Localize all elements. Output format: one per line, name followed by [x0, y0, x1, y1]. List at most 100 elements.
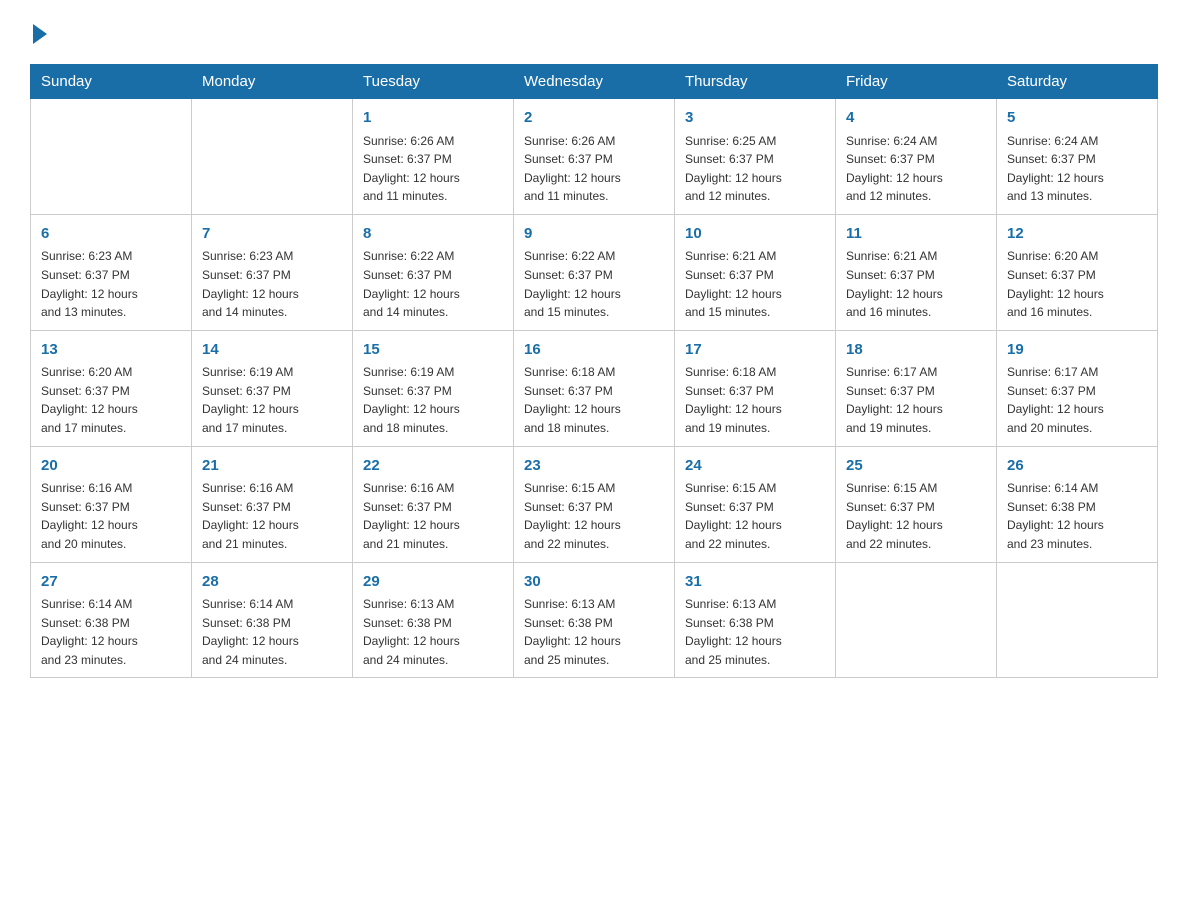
- calendar-cell: 10Sunrise: 6:21 AMSunset: 6:37 PMDayligh…: [675, 214, 836, 330]
- calendar-cell: 14Sunrise: 6:19 AMSunset: 6:37 PMDayligh…: [192, 330, 353, 446]
- calendar-week-row: 1Sunrise: 6:26 AMSunset: 6:37 PMDaylight…: [31, 99, 1158, 215]
- calendar-cell: 3Sunrise: 6:25 AMSunset: 6:37 PMDaylight…: [675, 99, 836, 215]
- day-info: Sunrise: 6:24 AMSunset: 6:37 PMDaylight:…: [846, 132, 986, 206]
- calendar-cell: 2Sunrise: 6:26 AMSunset: 6:37 PMDaylight…: [514, 99, 675, 215]
- logo-top: [30, 20, 47, 44]
- day-number: 16: [524, 339, 664, 362]
- day-info: Sunrise: 6:24 AMSunset: 6:37 PMDaylight:…: [1007, 132, 1147, 206]
- day-number: 26: [1007, 455, 1147, 478]
- calendar-cell: [836, 562, 997, 678]
- day-number: 21: [202, 455, 342, 478]
- calendar-cell: 20Sunrise: 6:16 AMSunset: 6:37 PMDayligh…: [31, 446, 192, 562]
- calendar-cell: 6Sunrise: 6:23 AMSunset: 6:37 PMDaylight…: [31, 214, 192, 330]
- day-number: 29: [363, 571, 503, 594]
- calendar-week-row: 27Sunrise: 6:14 AMSunset: 6:38 PMDayligh…: [31, 562, 1158, 678]
- day-number: 13: [41, 339, 181, 362]
- day-number: 10: [685, 223, 825, 246]
- calendar-cell: 28Sunrise: 6:14 AMSunset: 6:38 PMDayligh…: [192, 562, 353, 678]
- logo-arrow-icon: [33, 24, 47, 44]
- day-number: 6: [41, 223, 181, 246]
- calendar-cell: [192, 99, 353, 215]
- calendar-cell: 30Sunrise: 6:13 AMSunset: 6:38 PMDayligh…: [514, 562, 675, 678]
- day-number: 25: [846, 455, 986, 478]
- calendar-cell: [997, 562, 1158, 678]
- header-wednesday: Wednesday: [514, 65, 675, 99]
- day-number: 1: [363, 107, 503, 130]
- day-number: 9: [524, 223, 664, 246]
- header-saturday: Saturday: [997, 65, 1158, 99]
- day-info: Sunrise: 6:15 AMSunset: 6:37 PMDaylight:…: [685, 479, 825, 553]
- day-number: 5: [1007, 107, 1147, 130]
- day-number: 8: [363, 223, 503, 246]
- day-info: Sunrise: 6:26 AMSunset: 6:37 PMDaylight:…: [363, 132, 503, 206]
- calendar-week-row: 6 Sunrise: 6:23 AMSunset: 6:37 PMDaylight…: [31, 214, 1158, 330]
- day-info: Sunrise: 6:13 AMSunset: 6:38 PMDaylight:…: [685, 595, 825, 669]
- header-tuesday: Tuesday: [353, 65, 514, 99]
- day-info: Sunrise: 6:21 AMSunset: 6:37 PMDaylight:…: [846, 247, 986, 321]
- day-number: 14: [202, 339, 342, 362]
- day-info: Sunrise: 6:13 AMSunset: 6:38 PMDaylight:…: [524, 595, 664, 669]
- calendar-cell: 13Sunrise: 6:20 AMSunset: 6:37 PMDayligh…: [31, 330, 192, 446]
- calendar-cell: 11Sunrise: 6:21 AMSunset: 6:37 PMDayligh…: [836, 214, 997, 330]
- calendar-cell: 23Sunrise: 6:15 AMSunset: 6:37 PMDayligh…: [514, 446, 675, 562]
- calendar-cell: 5Sunrise: 6:24 AMSunset: 6:37 PMDaylight…: [997, 99, 1158, 215]
- day-number: 30: [524, 571, 664, 594]
- day-number: 24: [685, 455, 825, 478]
- day-info: Sunrise: 6:22 AMSunset: 6:37 PMDaylight:…: [524, 247, 664, 321]
- calendar-cell: 18Sunrise: 6:17 AMSunset: 6:37 PMDayligh…: [836, 330, 997, 446]
- calendar-table: SundayMondayTuesdayWednesdayThursdayFrid…: [30, 64, 1158, 678]
- day-info: Sunrise: 6:20 AMSunset: 6:37 PMDaylight:…: [1007, 247, 1147, 321]
- day-number: 3: [685, 107, 825, 130]
- day-info: Sunrise: 6:21 AMSunset: 6:37 PMDaylight:…: [685, 247, 825, 321]
- day-number: 18: [846, 339, 986, 362]
- day-info: Sunrise: 6:22 AMSunset: 6:37 PMDaylight:…: [363, 247, 503, 321]
- day-number: 7: [202, 223, 342, 246]
- calendar-week-row: 13Sunrise: 6:20 AMSunset: 6:37 PMDayligh…: [31, 330, 1158, 446]
- day-number: 2: [524, 107, 664, 130]
- logo: [30, 20, 47, 44]
- day-number: 27: [41, 571, 181, 594]
- day-number: 4: [846, 107, 986, 130]
- day-number: 12: [1007, 223, 1147, 246]
- calendar-cell: 7Sunrise: 6:23 AMSunset: 6:37 PMDaylight…: [192, 214, 353, 330]
- day-info: Sunrise: 6:16 AMSunset: 6:37 PMDaylight:…: [202, 479, 342, 553]
- day-number: 17: [685, 339, 825, 362]
- header-sunday: Sunday: [31, 65, 192, 99]
- day-info: Sunrise: 6:14 AMSunset: 6:38 PMDaylight:…: [41, 595, 181, 669]
- day-info: Sunrise: 6:13 AMSunset: 6:38 PMDaylight:…: [363, 595, 503, 669]
- calendar-cell: 1Sunrise: 6:26 AMSunset: 6:37 PMDaylight…: [353, 99, 514, 215]
- day-number: 23: [524, 455, 664, 478]
- day-info: Sunrise: 6:20 AMSunset: 6:37 PMDaylight:…: [41, 363, 181, 437]
- day-info: Sunrise: 6:23 AMSunset: 6:37 PMDaylight:…: [202, 247, 342, 321]
- header-thursday: Thursday: [675, 65, 836, 99]
- header-friday: Friday: [836, 65, 997, 99]
- calendar-header-row: SundayMondayTuesdayWednesdayThursdayFrid…: [31, 65, 1158, 99]
- calendar-cell: 21Sunrise: 6:16 AMSunset: 6:37 PMDayligh…: [192, 446, 353, 562]
- day-info: Sunrise: 6:14 AMSunset: 6:38 PMDaylight:…: [1007, 479, 1147, 553]
- calendar-cell: 12Sunrise: 6:20 AMSunset: 6:37 PMDayligh…: [997, 214, 1158, 330]
- calendar-cell: 27Sunrise: 6:14 AMSunset: 6:38 PMDayligh…: [31, 562, 192, 678]
- day-info: Sunrise: 6:25 AMSunset: 6:37 PMDaylight:…: [685, 132, 825, 206]
- calendar-cell: 8Sunrise: 6:22 AMSunset: 6:37 PMDaylight…: [353, 214, 514, 330]
- day-number: 31: [685, 571, 825, 594]
- day-info: Sunrise: 6:16 AMSunset: 6:37 PMDaylight:…: [363, 479, 503, 553]
- day-number: 20: [41, 455, 181, 478]
- page-header: [30, 20, 1158, 44]
- calendar-cell: [31, 99, 192, 215]
- calendar-cell: 25Sunrise: 6:15 AMSunset: 6:37 PMDayligh…: [836, 446, 997, 562]
- day-info: Sunrise: 6:26 AMSunset: 6:37 PMDaylight:…: [524, 132, 664, 206]
- calendar-cell: 16Sunrise: 6:18 AMSunset: 6:37 PMDayligh…: [514, 330, 675, 446]
- calendar-cell: 22Sunrise: 6:16 AMSunset: 6:37 PMDayligh…: [353, 446, 514, 562]
- day-number: 28: [202, 571, 342, 594]
- calendar-cell: 29Sunrise: 6:13 AMSunset: 6:38 PMDayligh…: [353, 562, 514, 678]
- calendar-cell: 9Sunrise: 6:22 AMSunset: 6:37 PMDaylight…: [514, 214, 675, 330]
- day-info: Sunrise: 6:18 AMSunset: 6:37 PMDaylight:…: [685, 363, 825, 437]
- calendar-cell: 15Sunrise: 6:19 AMSunset: 6:37 PMDayligh…: [353, 330, 514, 446]
- day-number: 19: [1007, 339, 1147, 362]
- day-info: Sunrise: 6:17 AMSunset: 6:37 PMDaylight:…: [846, 363, 986, 437]
- day-info: Sunrise: 6:18 AMSunset: 6:37 PMDaylight:…: [524, 363, 664, 437]
- day-info: Sunrise: 6:19 AMSunset: 6:37 PMDaylight:…: [202, 363, 342, 437]
- day-info: Sunrise: 6:19 AMSunset: 6:37 PMDaylight:…: [363, 363, 503, 437]
- day-number: 11: [846, 223, 986, 246]
- day-info: Sunrise: 6:16 AMSunset: 6:37 PMDaylight:…: [41, 479, 181, 553]
